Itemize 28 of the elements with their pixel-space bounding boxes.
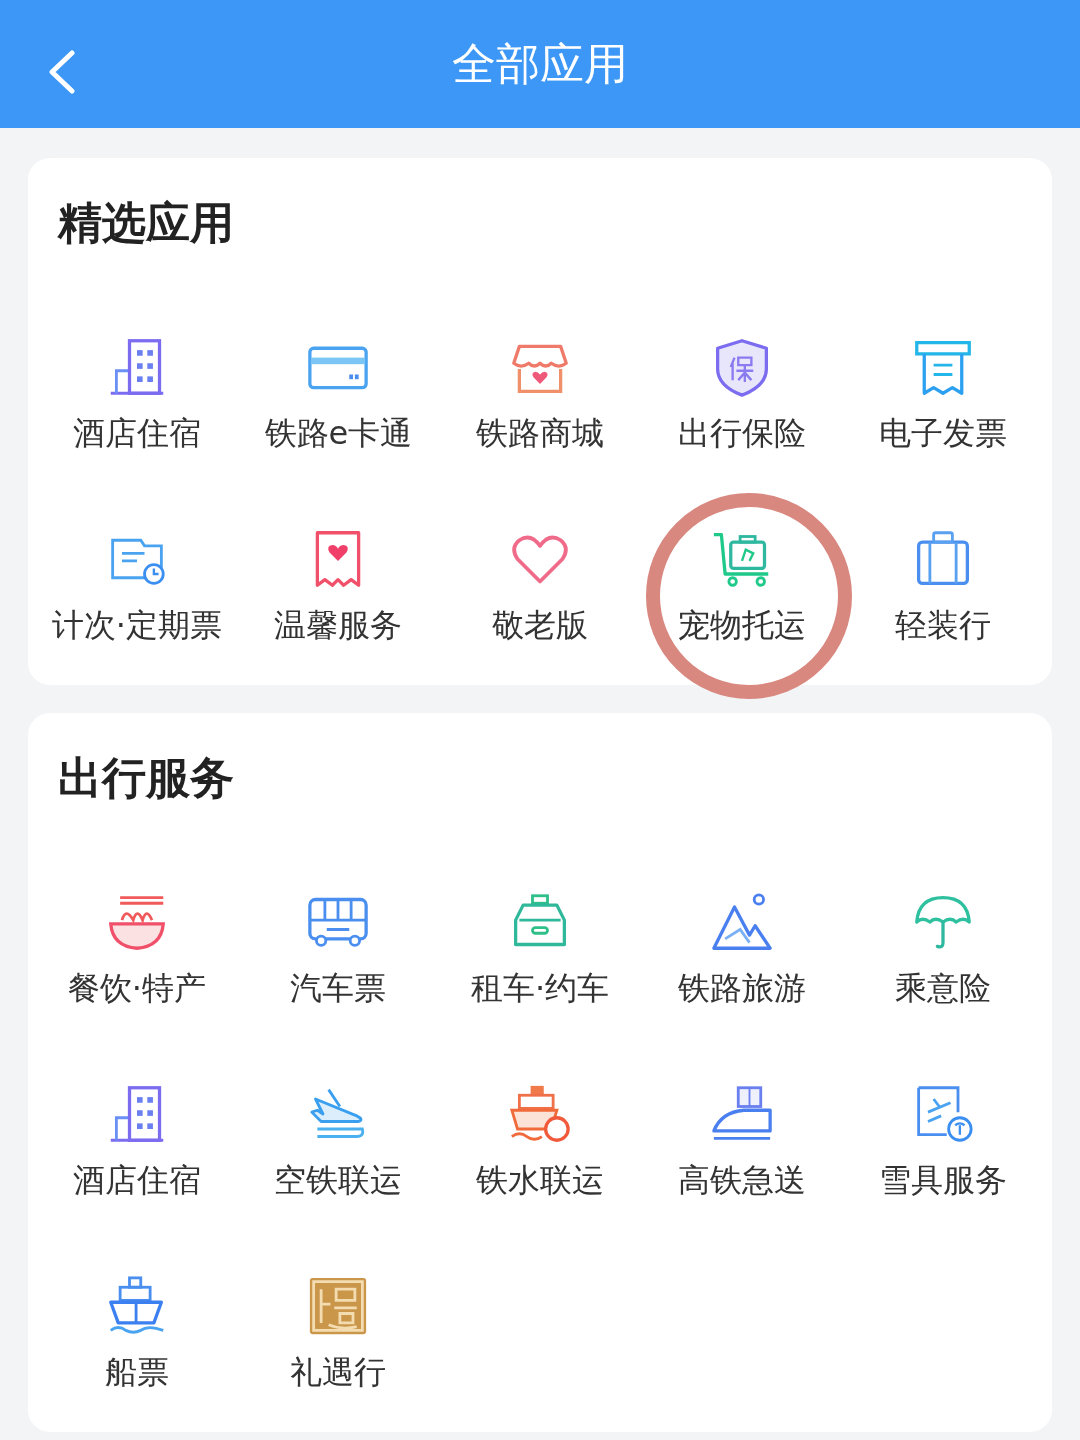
app-button[interactable]: 宠物托运: [677, 529, 806, 647]
app-button[interactable]: 出行保险: [677, 337, 806, 455]
app-button[interactable]: 礼遇行: [290, 1276, 387, 1394]
app-button[interactable]: 铁路e卡通: [264, 337, 413, 455]
app-button[interactable]: 计次·定期票: [51, 529, 222, 647]
app-button[interactable]: 乘意险: [895, 892, 992, 1010]
app-button[interactable]: 雪具服务: [879, 1084, 1008, 1202]
app-button[interactable]: 酒店住宿: [72, 1084, 201, 1202]
app-button[interactable]: 电子发票: [879, 337, 1008, 455]
mountain-icon: [709, 892, 774, 952]
section-title: 精选应用: [58, 196, 234, 250]
app-button[interactable]: 餐饮·特产: [67, 892, 206, 1010]
app-button[interactable]: 酒店住宿: [72, 337, 201, 455]
app-button[interactable]: 铁水联运: [476, 1084, 604, 1202]
app-button[interactable]: 敬老版: [492, 529, 588, 647]
app-button[interactable]: 租车·约车: [470, 892, 610, 1010]
app-button[interactable]: 铁路旅游: [677, 892, 806, 1010]
ship-icon: [508, 1084, 572, 1144]
app-button[interactable]: 铁路商城: [476, 337, 604, 455]
app-button[interactable]: 空铁联运: [274, 1084, 403, 1202]
page-title: 全部应用: [452, 36, 628, 91]
back-icon[interactable]: [46, 50, 76, 94]
app-button[interactable]: 船票: [104, 1276, 169, 1394]
app-button[interactable]: 高铁急送: [677, 1084, 806, 1202]
app-button[interactable]: 温馨服务: [274, 529, 403, 647]
section-title: 出行服务: [58, 751, 234, 805]
app-button[interactable]: 轻装行: [895, 529, 992, 647]
app-button[interactable]: 汽车票: [290, 892, 387, 1010]
